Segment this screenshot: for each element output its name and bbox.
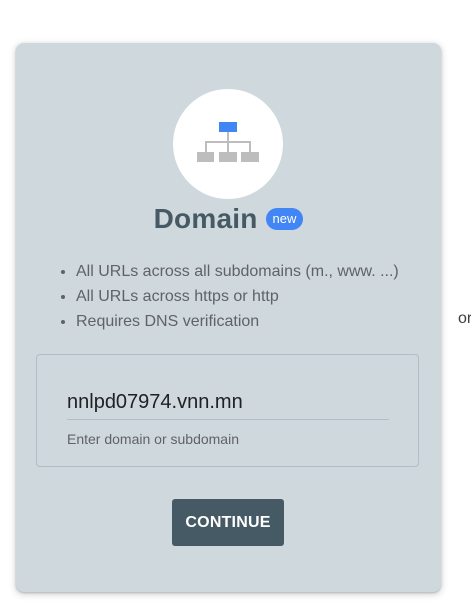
new-badge: new <box>265 208 304 230</box>
domain-property-card[interactable]: Domain new All URLs across all subdomain… <box>16 43 441 592</box>
domain-input-box[interactable]: nnlpd07974.vnn.mn Enter domain or subdom… <box>36 354 419 467</box>
sitemap-icon <box>197 122 259 162</box>
icon-circle <box>173 89 283 199</box>
feature-item: Requires DNS verification <box>76 309 399 334</box>
title-row: Domain new <box>16 203 441 235</box>
domain-input[interactable]: nnlpd07974.vnn.mn <box>67 391 389 420</box>
continue-button[interactable]: CONTINUE <box>172 499 284 546</box>
feature-item: All URLs across all subdomains (m., www.… <box>76 259 399 284</box>
feature-item: All URLs across https or http <box>76 284 399 309</box>
domain-input-helper: Enter domain or subdomain <box>67 431 239 447</box>
feature-list: All URLs across all subdomains (m., www.… <box>50 259 399 334</box>
card-title: Domain <box>153 203 258 234</box>
or-separator-text: or <box>458 310 471 327</box>
